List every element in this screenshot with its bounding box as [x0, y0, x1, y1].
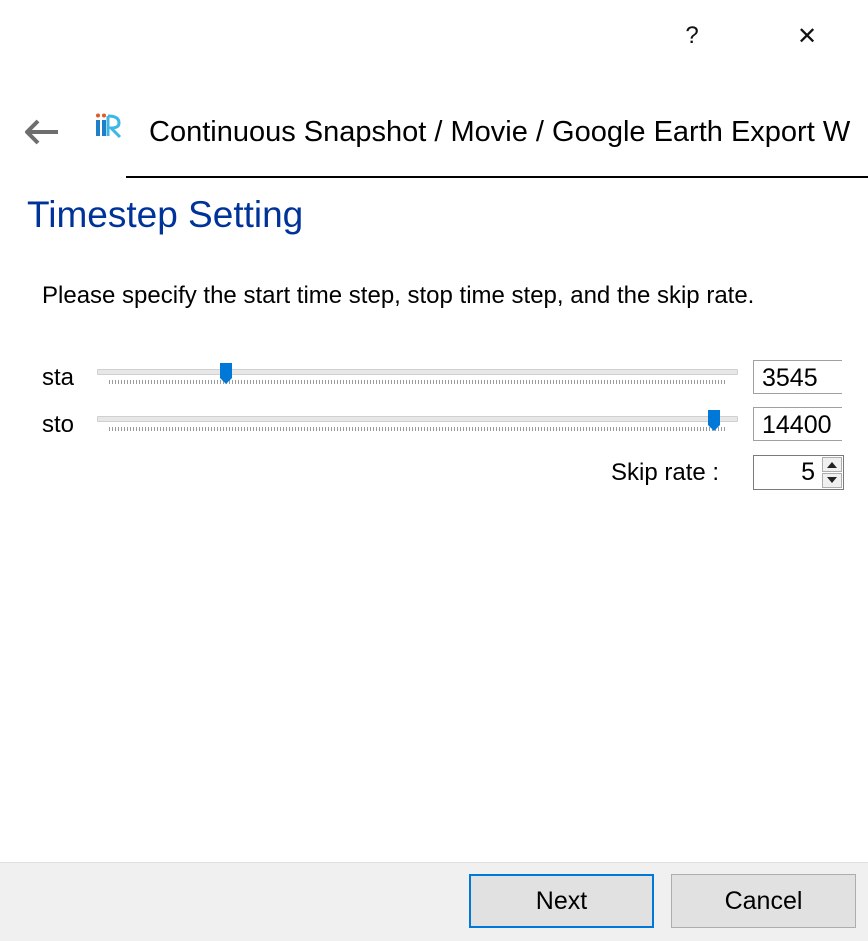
stop-step-field[interactable]: 14400	[753, 407, 842, 441]
button-bar: Next Cancel	[0, 862, 868, 941]
start-step-field[interactable]: 3545	[753, 360, 842, 394]
stop-slider[interactable]	[97, 410, 738, 446]
chevron-down-icon	[827, 477, 837, 483]
close-icon: ✕	[796, 22, 818, 50]
page-title: Timestep Setting	[27, 194, 304, 235]
slider-ticks	[109, 380, 726, 384]
chevron-up-icon	[827, 462, 837, 468]
start-label: sta	[42, 364, 75, 391]
spin-up-button[interactable]	[822, 457, 842, 472]
skip-rate-label: Skip rate :	[611, 459, 720, 486]
app-logo-icon	[92, 112, 124, 142]
cancel-button[interactable]: Cancel	[671, 874, 856, 928]
skip-rate-value[interactable]: 5	[801, 456, 815, 489]
slider-thumb[interactable]	[707, 410, 720, 432]
help-icon: ?	[685, 22, 699, 49]
next-button[interactable]: Next	[469, 874, 654, 928]
help-button[interactable]: ?	[670, 14, 714, 58]
slider-groove	[97, 369, 738, 375]
back-button[interactable]	[20, 112, 64, 152]
instructions-text: Please specify the start time step, stop…	[42, 282, 755, 309]
skip-rate-spinbox[interactable]: 5	[753, 455, 844, 490]
stop-label: sto	[42, 411, 75, 438]
slider-thumb[interactable]	[220, 363, 233, 385]
wizard-title: Continuous Snapshot / Movie / Google Ear…	[149, 116, 851, 148]
spin-down-button[interactable]	[822, 473, 842, 488]
start-slider[interactable]	[97, 363, 738, 399]
close-button[interactable]: ✕	[785, 14, 829, 58]
slider-groove	[97, 416, 738, 422]
slider-ticks	[109, 427, 726, 431]
arrow-left-icon	[25, 119, 58, 145]
header-divider	[126, 176, 868, 178]
